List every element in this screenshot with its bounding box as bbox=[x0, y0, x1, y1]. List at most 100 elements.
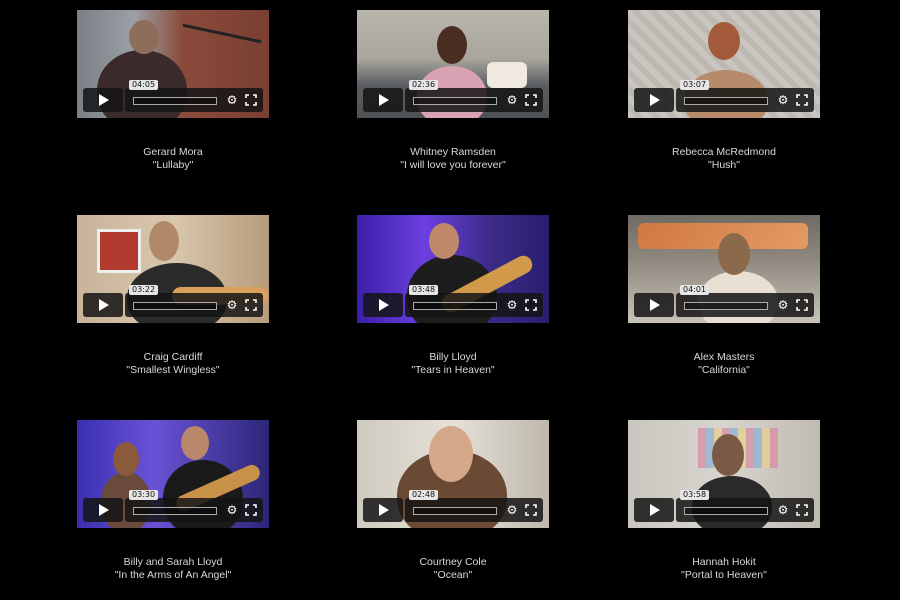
artist-name: Whitney Ramsden bbox=[410, 146, 496, 158]
duration-badge: 02:36 bbox=[409, 80, 439, 90]
progress-track[interactable] bbox=[133, 97, 217, 105]
video-caption: Whitney Ramsden "I will love you forever… bbox=[317, 146, 589, 171]
artist-name: Billy and Sarah Lloyd bbox=[123, 556, 223, 568]
song-title: "California" bbox=[698, 363, 750, 376]
control-bar: 04:01 ⚙ bbox=[676, 285, 814, 317]
player-controls: 02:36 ⚙ bbox=[363, 80, 543, 112]
duration-badge: 03:07 bbox=[680, 80, 710, 90]
play-button[interactable] bbox=[83, 293, 123, 317]
player-controls: 03:07 ⚙ bbox=[634, 80, 814, 112]
video-player[interactable]: 03:07 ⚙ bbox=[628, 10, 820, 118]
progress-track[interactable] bbox=[413, 97, 497, 105]
fullscreen-icon[interactable] bbox=[245, 504, 257, 516]
play-button[interactable] bbox=[83, 88, 123, 112]
gear-icon[interactable]: ⚙ bbox=[225, 503, 239, 517]
gear-icon[interactable]: ⚙ bbox=[776, 93, 790, 107]
video-player[interactable]: 03:30 ⚙ bbox=[77, 420, 269, 528]
video-caption: Craig Cardiff "Smallest Wingless" bbox=[37, 351, 309, 376]
video-player[interactable]: 03:48 ⚙ bbox=[357, 215, 549, 323]
player-controls: 03:30 ⚙ bbox=[83, 490, 263, 522]
song-title: "In the Arms of An Angel" bbox=[114, 568, 232, 581]
video-player[interactable]: 02:48 ⚙ bbox=[357, 420, 549, 528]
song-title: "Ocean" bbox=[433, 568, 473, 581]
player-controls: 03:58 ⚙ bbox=[634, 490, 814, 522]
video-caption: Billy Lloyd "Tears in Heaven" bbox=[317, 351, 589, 376]
video-caption: Billy and Sarah Lloyd "In the Arms of An… bbox=[37, 556, 309, 581]
artist-name: Courtney Cole bbox=[419, 556, 487, 568]
video-card: 04:01 ⚙ Alex Masters "California" bbox=[628, 215, 820, 376]
gear-icon[interactable]: ⚙ bbox=[776, 298, 790, 312]
artist-name: Gerard Mora bbox=[143, 146, 203, 158]
video-caption: Alex Masters "California" bbox=[588, 351, 860, 376]
video-card: 03:07 ⚙ Rebecca McRedmond "Hush" bbox=[628, 10, 820, 171]
video-card: 02:36 ⚙ Whitney Ramsden "I will love you… bbox=[357, 10, 549, 171]
player-controls: 04:05 ⚙ bbox=[83, 80, 263, 112]
control-bar: 02:36 ⚙ bbox=[405, 80, 543, 112]
play-button[interactable] bbox=[83, 498, 123, 522]
duration-badge: 04:01 bbox=[680, 285, 710, 295]
duration-badge: 02:48 bbox=[409, 490, 439, 500]
player-controls: 03:22 ⚙ bbox=[83, 285, 263, 317]
player-controls: 03:48 ⚙ bbox=[363, 285, 543, 317]
artist-name: Craig Cardiff bbox=[143, 351, 203, 363]
song-title: "Portal to Heaven" bbox=[681, 568, 767, 581]
fullscreen-icon[interactable] bbox=[245, 299, 257, 311]
progress-track[interactable] bbox=[413, 302, 497, 310]
video-player[interactable]: 02:36 ⚙ bbox=[357, 10, 549, 118]
gear-icon[interactable]: ⚙ bbox=[505, 93, 519, 107]
duration-badge: 03:22 bbox=[129, 285, 159, 295]
play-button[interactable] bbox=[363, 293, 403, 317]
fullscreen-icon[interactable] bbox=[796, 299, 808, 311]
player-controls: 02:48 ⚙ bbox=[363, 490, 543, 522]
video-player[interactable]: 04:01 ⚙ bbox=[628, 215, 820, 323]
video-player[interactable]: 04:05 ⚙ bbox=[77, 10, 269, 118]
video-card: 04:05 ⚙ Gerard Mora "Lullaby" bbox=[77, 10, 269, 171]
progress-track[interactable] bbox=[413, 507, 497, 515]
progress-track[interactable] bbox=[133, 302, 217, 310]
progress-track[interactable] bbox=[133, 507, 217, 515]
gear-icon[interactable]: ⚙ bbox=[225, 298, 239, 312]
song-title: "Smallest Wingless" bbox=[126, 363, 220, 376]
duration-badge: 03:48 bbox=[409, 285, 439, 295]
gear-icon[interactable]: ⚙ bbox=[225, 93, 239, 107]
gear-icon[interactable]: ⚙ bbox=[505, 298, 519, 312]
video-caption: Hannah Hokit "Portal to Heaven" bbox=[588, 556, 860, 581]
video-card: 03:58 ⚙ Hannah Hokit "Portal to Heaven" bbox=[628, 420, 820, 581]
fullscreen-icon[interactable] bbox=[245, 94, 257, 106]
video-card: 03:48 ⚙ Billy Lloyd "Tears in Heaven" bbox=[357, 215, 549, 376]
video-player[interactable]: 03:58 ⚙ bbox=[628, 420, 820, 528]
control-bar: 03:07 ⚙ bbox=[676, 80, 814, 112]
video-caption: Gerard Mora "Lullaby" bbox=[37, 146, 309, 171]
song-title: "I will love you forever" bbox=[400, 158, 506, 171]
video-caption: Courtney Cole "Ocean" bbox=[317, 556, 589, 581]
play-button[interactable] bbox=[634, 293, 674, 317]
progress-track[interactable] bbox=[684, 302, 768, 310]
song-title: "Hush" bbox=[708, 158, 740, 171]
play-button[interactable] bbox=[634, 88, 674, 112]
fullscreen-icon[interactable] bbox=[796, 504, 808, 516]
play-button[interactable] bbox=[363, 498, 403, 522]
control-bar: 03:30 ⚙ bbox=[125, 490, 263, 522]
progress-track[interactable] bbox=[684, 507, 768, 515]
control-bar: 03:58 ⚙ bbox=[676, 490, 814, 522]
play-button[interactable] bbox=[634, 498, 674, 522]
fullscreen-icon[interactable] bbox=[525, 94, 537, 106]
fullscreen-icon[interactable] bbox=[796, 94, 808, 106]
control-bar: 03:48 ⚙ bbox=[405, 285, 543, 317]
play-button[interactable] bbox=[363, 88, 403, 112]
fullscreen-icon[interactable] bbox=[525, 299, 537, 311]
gear-icon[interactable]: ⚙ bbox=[776, 503, 790, 517]
duration-badge: 03:30 bbox=[129, 490, 159, 500]
control-bar: 03:22 ⚙ bbox=[125, 285, 263, 317]
duration-badge: 04:05 bbox=[129, 80, 159, 90]
player-controls: 04:01 ⚙ bbox=[634, 285, 814, 317]
artist-name: Alex Masters bbox=[693, 351, 755, 363]
progress-track[interactable] bbox=[684, 97, 768, 105]
video-caption: Rebecca McRedmond "Hush" bbox=[588, 146, 860, 171]
video-card: 03:30 ⚙ Billy and Sarah Lloyd "In the Ar… bbox=[77, 420, 269, 581]
artist-name: Rebecca McRedmond bbox=[672, 146, 776, 158]
video-card: 03:22 ⚙ Craig Cardiff "Smallest Wingless… bbox=[77, 215, 269, 376]
gear-icon[interactable]: ⚙ bbox=[505, 503, 519, 517]
video-player[interactable]: 03:22 ⚙ bbox=[77, 215, 269, 323]
fullscreen-icon[interactable] bbox=[525, 504, 537, 516]
